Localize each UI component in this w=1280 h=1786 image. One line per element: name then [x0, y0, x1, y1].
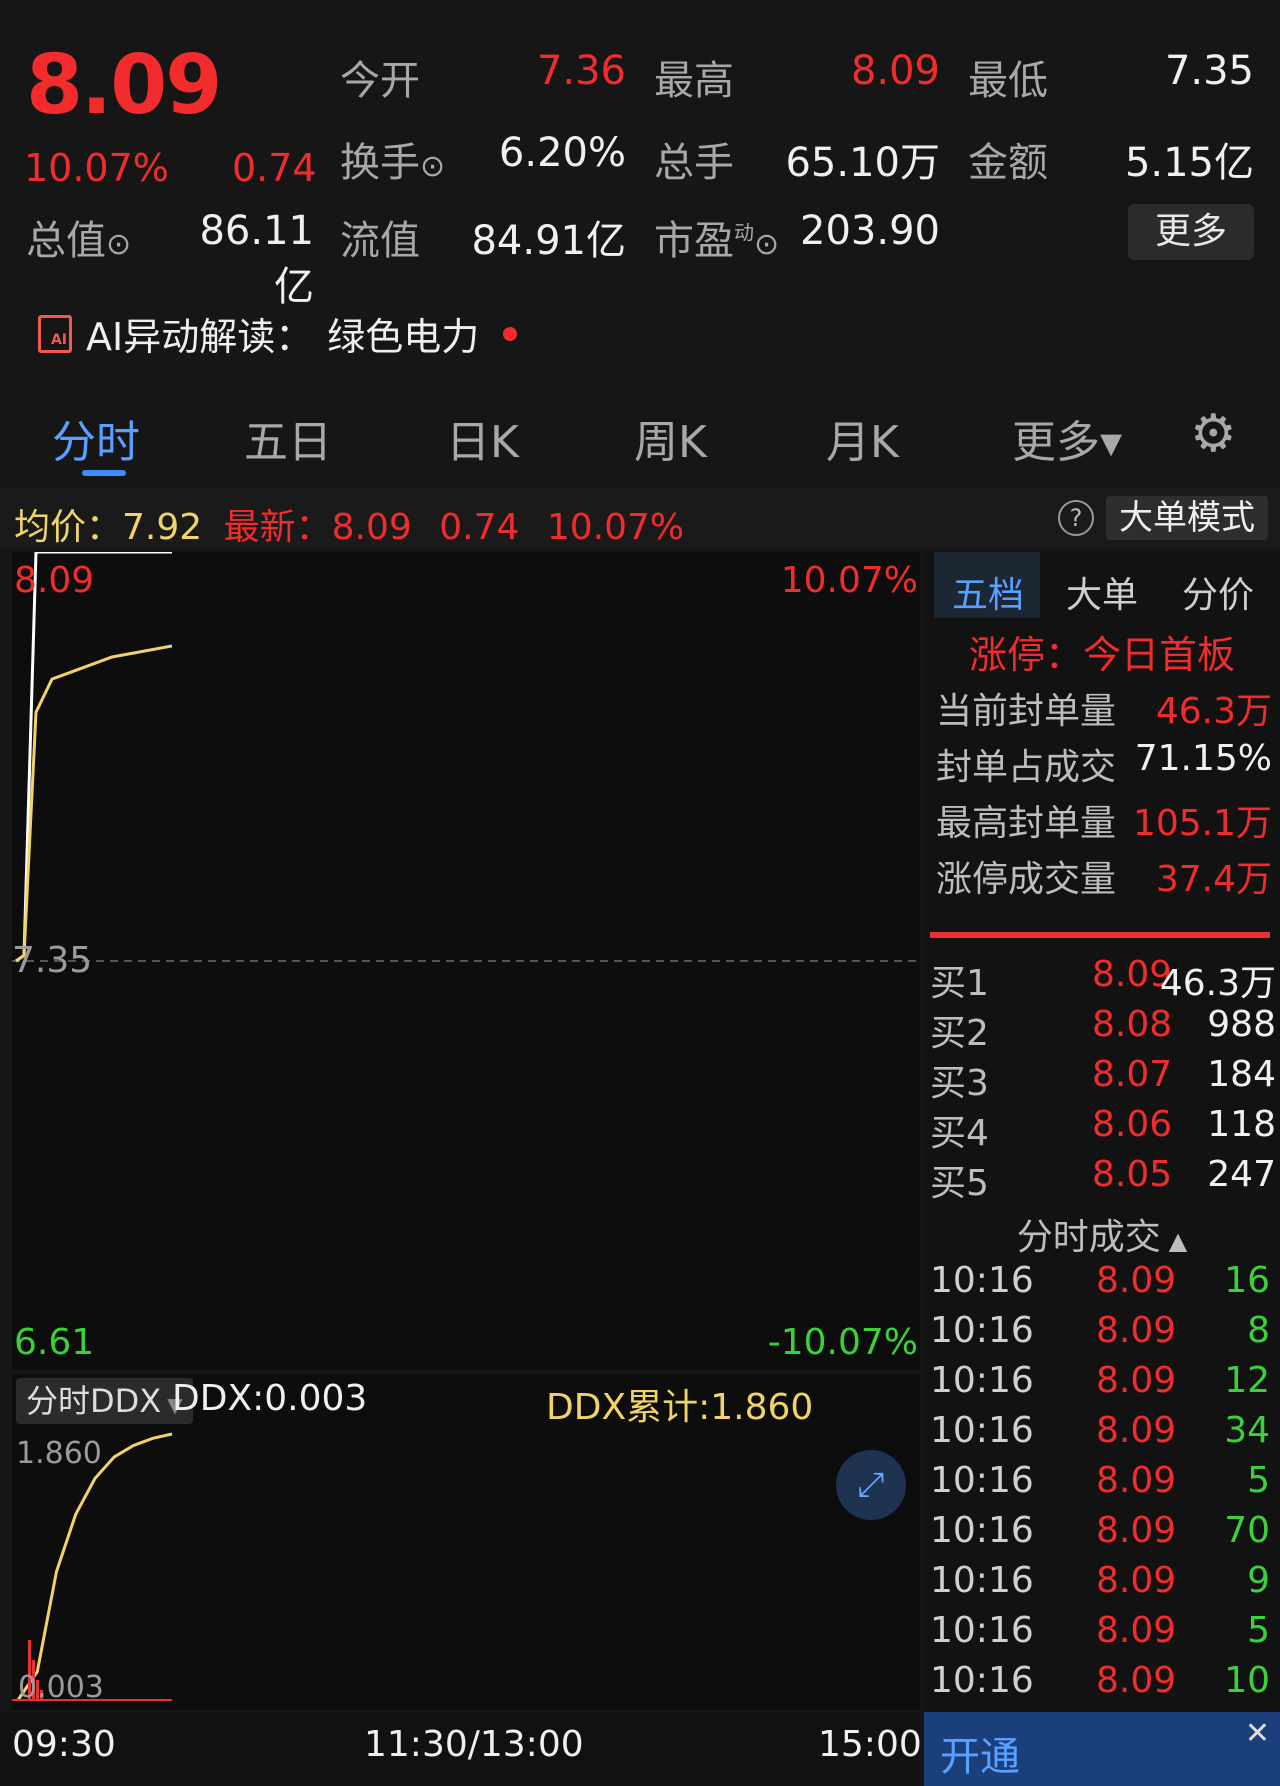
trades-toggle[interactable]: 分时成交 ▲ — [924, 1208, 1280, 1260]
x-tick-midday: 11:30/13:00 — [364, 1724, 584, 1765]
close-icon[interactable]: ✕ — [1245, 1716, 1270, 1751]
pe-label: 市盈动⊙ — [654, 218, 780, 264]
market-cap-label: 总值⊙ — [26, 218, 132, 264]
promo-banner-text: 开通 — [940, 1734, 1020, 1780]
amount-value: 5.15亿 — [1124, 140, 1254, 186]
big-order-mode-button[interactable]: 大单模式 — [1106, 496, 1268, 540]
x-tick-close: 15:00 — [818, 1724, 922, 1765]
ai-insight-row[interactable]: AI AI异动解读： 绿色电力 — [38, 306, 518, 361]
time-axis: 09:30 11:30/13:00 15:00 — [0, 1712, 922, 1786]
order-book-divider — [930, 932, 1270, 938]
intraday-chart[interactable]: 8.09 10.07% 7.35 6.61 -10.07% — [12, 552, 920, 1370]
intraday-chart-svg — [12, 552, 920, 963]
ddx-cumulative-line — [16, 1432, 173, 1701]
ddx-chart[interactable]: 分时DDX ▼ DDX:0.003 DDX累计:1.860 1.860 0.003… — [12, 1374, 920, 1710]
y-mid-label: 7.35 — [12, 940, 93, 981]
latest-change: 0.74 — [439, 507, 520, 548]
avg-price-label: 均价： — [14, 507, 123, 548]
turnover-label: 换手⊙ — [340, 140, 446, 186]
turnover-value: 6.20% — [498, 130, 626, 176]
limit-row: 封单占成交 71.15% — [936, 738, 1272, 788]
more-stats-button[interactable]: 更多 — [1128, 204, 1254, 260]
y-min-pct-label: -10.07% — [767, 1322, 918, 1363]
market-cap-value: 86.11亿 — [199, 208, 314, 310]
help-icon[interactable]: ? — [1058, 500, 1094, 536]
float-cap-label: 流值 — [340, 218, 420, 264]
change-percent: 10.07% — [24, 146, 169, 190]
chart-info-bar: 均价：7.92 最新：8.09 0.74 10.07% ? 大单模式 — [0, 488, 1280, 550]
ai-insight-topic: 绿色电力 — [327, 315, 480, 359]
y-min-label: 6.61 — [14, 1322, 95, 1363]
ddx-value: DDX:0.003 — [172, 1378, 368, 1419]
avg-price-line — [15, 644, 173, 963]
low-value: 7.35 — [1164, 48, 1254, 94]
float-cap-value: 84.91亿 — [471, 218, 626, 264]
tab-weekly-k[interactable]: 周K — [634, 406, 707, 470]
high-value: 8.09 — [850, 48, 940, 94]
amount-label: 金额 — [968, 140, 1048, 186]
latest-value: 8.09 — [331, 507, 412, 548]
limit-up-title: 涨停：今日首板 — [968, 633, 1235, 677]
open-label: 今开 — [340, 58, 420, 104]
period-tabs: 分时 五日 日K 周K 月K 更多▾ ⚙ — [0, 396, 1280, 486]
tab-more[interactable]: 更多▾ — [1012, 406, 1122, 470]
tab-five-day[interactable]: 五日 — [244, 406, 332, 470]
ddx-min-label: 0.003 — [18, 1670, 104, 1705]
x-tick-open: 09:30 — [12, 1724, 116, 1765]
ddx-max-label: 1.860 — [16, 1436, 102, 1471]
pe-value: 203.90 — [800, 208, 940, 254]
tab-price-distribution[interactable]: 分价 — [1182, 566, 1254, 618]
info-icon[interactable]: ⊙ — [754, 227, 779, 262]
y-max-pct-label: 10.07% — [780, 560, 918, 601]
open-value: 7.36 — [536, 48, 626, 94]
change-amount: 0.74 — [232, 146, 317, 190]
unread-dot-icon — [503, 326, 518, 341]
limit-row: 最高封单量 105.1万 — [936, 803, 1272, 844]
tab-monthly-k[interactable]: 月K — [826, 406, 899, 470]
latest-label: 最新： — [223, 507, 332, 548]
limit-row: 当前封单量 46.3万 — [936, 691, 1272, 732]
tab-daily-k[interactable]: 日K — [446, 406, 519, 470]
volume-value: 65.10万 — [785, 140, 940, 186]
current-price: 8.09 — [26, 38, 222, 133]
tab-five-levels[interactable]: 五档 — [952, 566, 1024, 618]
active-tab-indicator — [82, 470, 126, 476]
info-icon[interactable]: ⊙ — [420, 149, 445, 184]
y-max-label: 8.09 — [14, 560, 95, 601]
order-panel: 五档 大单 分价 涨停：今日首板 当前封单量 46.3万 封单占成交 71.15% … — [924, 552, 1280, 1712]
caret-up-icon: ▲ — [1168, 1227, 1188, 1255]
ddx-cumulative: DDX累计:1.860 — [546, 1387, 814, 1428]
high-label: 最高 — [654, 58, 734, 104]
indicator-selector[interactable]: 分时DDX ▼ — [16, 1378, 193, 1424]
gear-icon[interactable]: ⚙ — [1190, 404, 1237, 464]
ai-report-icon: AI — [38, 314, 72, 353]
tab-big-orders[interactable]: 大单 — [1066, 566, 1138, 618]
tab-intraday[interactable]: 分时 — [52, 406, 140, 470]
price-line — [15, 552, 172, 963]
limit-row: 涨停成交量 37.4万 — [936, 859, 1272, 900]
expand-icon[interactable]: ⤢ — [836, 1450, 906, 1520]
latest-percent: 10.07% — [546, 507, 685, 548]
info-icon[interactable]: ⊙ — [106, 227, 131, 262]
low-label: 最低 — [968, 58, 1048, 104]
volume-label: 总手 — [654, 140, 734, 186]
avg-price-value: 7.92 — [122, 507, 203, 548]
promo-banner[interactable]: 开通 ✕ — [924, 1712, 1280, 1786]
ai-insight-prefix: AI异动解读： — [86, 315, 314, 359]
